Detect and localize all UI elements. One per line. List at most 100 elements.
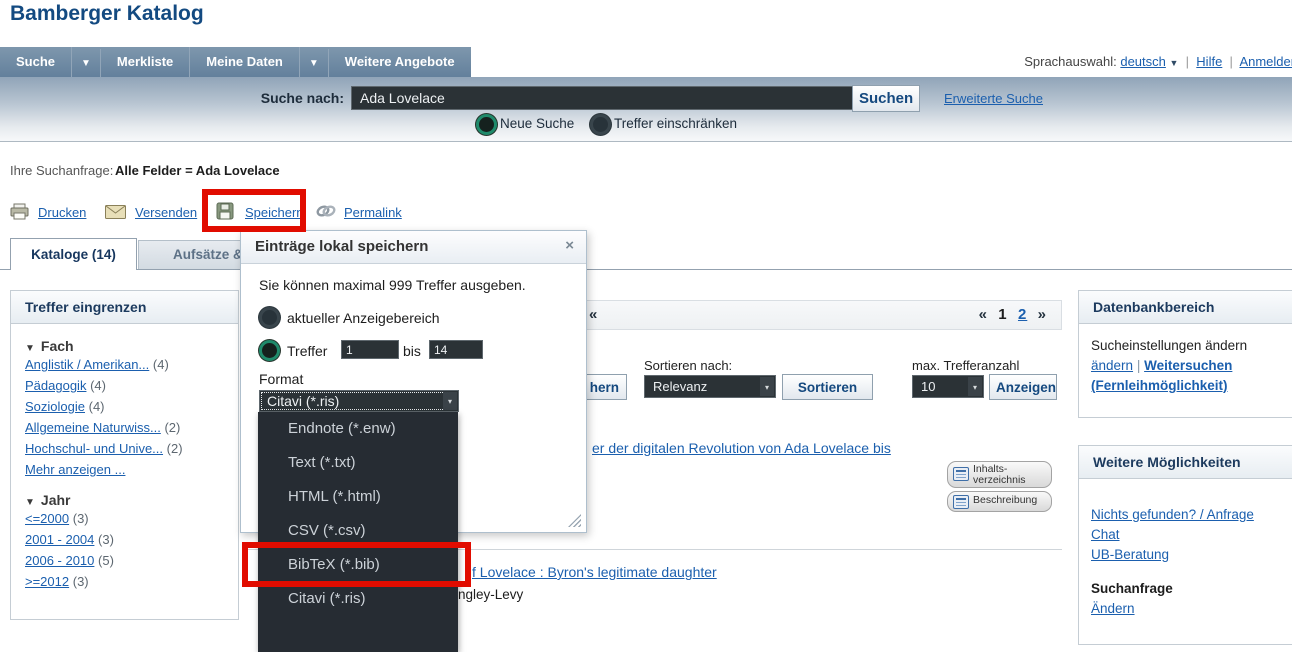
- range-from-input[interactable]: [341, 340, 399, 359]
- mail-icon[interactable]: [105, 205, 126, 219]
- facet-link[interactable]: Allgemeine Naturwiss...: [25, 420, 161, 435]
- chevron-down-icon[interactable]: ▼: [1170, 58, 1179, 68]
- facet-count: (3): [98, 532, 114, 547]
- annotation-box-speichern: [202, 189, 306, 232]
- facet-link[interactable]: Pädagogik: [25, 378, 86, 393]
- pagination-page-2-link[interactable]: 2: [1018, 306, 1027, 323]
- print-link[interactable]: Drucken: [38, 205, 86, 220]
- range-to-input[interactable]: [429, 340, 483, 359]
- search-label: Suche nach:: [252, 90, 344, 106]
- format-option-text[interactable]: Text (*.txt): [258, 446, 458, 480]
- page-title: Bamberger Katalog: [10, 2, 204, 26]
- nav-item-weitere-angebote[interactable]: Weitere Angebote: [329, 47, 471, 77]
- search-input[interactable]: [351, 86, 856, 110]
- language-link[interactable]: deutsch: [1120, 54, 1166, 69]
- annotation-box-bibtex: [242, 542, 471, 587]
- result-title-link[interactable]: f Lovelace : Byron's legitimate daughter: [472, 564, 717, 580]
- more-options-panel: Weitere Möglichkeiten Nichts gefunden? /…: [1078, 445, 1292, 645]
- facet-link[interactable]: Soziologie: [25, 399, 85, 414]
- format-dropdown-list: Endnote (*.enw) Text (*.txt) HTML (*.htm…: [258, 412, 458, 652]
- radio-new-search[interactable]: [476, 114, 497, 135]
- max-results-label: max. Trefferanzahl: [912, 358, 1019, 373]
- tab-baseline: [0, 269, 1292, 270]
- pagination-prev[interactable]: «: [979, 306, 988, 323]
- printer-icon[interactable]: [10, 203, 29, 220]
- facet-link[interactable]: Anglistik / Amerikan...: [25, 357, 149, 372]
- search-submit-button[interactable]: Suchen: [852, 85, 920, 112]
- query-change-link[interactable]: Ändern: [1091, 601, 1135, 616]
- facet-link[interactable]: 2006 - 2010: [25, 553, 94, 568]
- max-results-select[interactable]: 10 ▾: [912, 375, 984, 398]
- sort-select[interactable]: Relevanz ▾: [644, 375, 776, 398]
- facet-link[interactable]: >=2012: [25, 574, 69, 589]
- result-title-link[interactable]: er der digitalen Revolution von Ada Love…: [592, 440, 891, 456]
- radio-narrow-search-label: Treffer einschränken: [614, 116, 737, 131]
- save-dialog-info: Sie können maximal 999 Treffer ausgeben.: [259, 277, 526, 293]
- facet-item: Allgemeine Naturwiss... (2): [25, 417, 238, 438]
- format-option-endnote[interactable]: Endnote (*.enw): [258, 412, 458, 446]
- description-icon: [953, 495, 969, 509]
- close-icon[interactable]: ×: [565, 237, 574, 254]
- sort-button[interactable]: Sortieren: [782, 374, 873, 400]
- chevron-down-icon[interactable]: ▼: [72, 49, 101, 79]
- collapse-icon[interactable]: ▼: [25, 497, 35, 508]
- facet-item: 2001 - 2004 (3): [25, 529, 238, 550]
- resize-handle-icon[interactable]: [568, 514, 581, 527]
- change-link[interactable]: ändern: [1091, 358, 1133, 373]
- send-link[interactable]: Versenden: [135, 205, 197, 220]
- pagination-next[interactable]: »: [1038, 306, 1047, 323]
- more-options-title: Weitere Möglichkeiten: [1079, 446, 1292, 479]
- login-link[interactable]: Anmelden: [1239, 54, 1292, 69]
- facet-count: (2): [167, 441, 183, 456]
- chevron-down-icon[interactable]: ▼: [300, 49, 329, 79]
- description-button-label: Beschreibung: [973, 494, 1037, 506]
- query-label: Ihre Suchanfrage:: [10, 163, 113, 178]
- toc-button[interactable]: Inhalts- verzeichnis: [947, 461, 1052, 488]
- chevron-down-icon: ▾: [443, 392, 457, 410]
- radio-new-search-label: Neue Suche: [500, 116, 574, 131]
- nav-item-merkliste[interactable]: Merkliste: [101, 47, 190, 77]
- format-option-citavi[interactable]: Citavi (*.ris): [258, 582, 458, 616]
- facet-link[interactable]: Hochschul- und Unive...: [25, 441, 163, 456]
- nav-item-meine-daten[interactable]: Meine Daten: [190, 47, 300, 77]
- radio-custom-range-label: Treffer: [287, 343, 327, 359]
- toc-button-label: Inhalts- verzeichnis: [973, 463, 1026, 486]
- show-button[interactable]: Anzeigen: [989, 374, 1057, 400]
- separator: |: [1137, 358, 1141, 373]
- query-value: Alle Felder = Ada Lovelace: [115, 163, 280, 178]
- ub-beratung-link[interactable]: UB-Beratung: [1091, 547, 1169, 562]
- separator: |: [1230, 54, 1233, 69]
- radio-custom-range[interactable]: [259, 340, 280, 361]
- database-panel-title: Datenbankbereich: [1079, 291, 1292, 324]
- facet-more-link[interactable]: Mehr anzeigen ...: [25, 462, 125, 477]
- format-option-html[interactable]: HTML (*.html): [258, 480, 458, 514]
- facet-link[interactable]: 2001 - 2004: [25, 532, 94, 547]
- results-header-fragment: «: [589, 306, 597, 323]
- max-results-value: 10: [921, 379, 935, 394]
- facet-group-fach[interactable]: ▼Fach: [25, 338, 238, 354]
- result-author-fragment: ngley-Levy: [458, 587, 523, 602]
- collapse-icon[interactable]: ▼: [25, 343, 35, 354]
- nav-item-suche[interactable]: Suche: [0, 47, 72, 77]
- format-select[interactable]: Citavi (*.ris) ▾: [259, 390, 459, 412]
- facet-group-jahr-label: Jahr: [41, 492, 71, 508]
- help-link[interactable]: Hilfe: [1196, 54, 1222, 69]
- radio-current-range-label: aktueller Anzeigebereich: [287, 310, 440, 326]
- chat-link[interactable]: Chat: [1091, 527, 1120, 542]
- tab-kataloge[interactable]: Kataloge (14): [10, 238, 137, 270]
- facet-item: Pädagogik (4): [25, 375, 238, 396]
- facet-group-jahr[interactable]: ▼ Jahr: [25, 492, 238, 508]
- permalink-link[interactable]: Permalink: [344, 205, 402, 220]
- chevron-down-icon: ▾: [760, 377, 774, 396]
- database-panel: Datenbankbereich Sucheinstellungen änder…: [1078, 290, 1292, 418]
- facet-link[interactable]: <=2000: [25, 511, 69, 526]
- radio-current-range[interactable]: [259, 307, 280, 328]
- permalink-icon[interactable]: [316, 203, 336, 219]
- advanced-search-link[interactable]: Erweiterte Suche: [944, 91, 1043, 106]
- chevron-down-icon: ▾: [968, 377, 982, 396]
- nothing-found-link[interactable]: Nichts gefunden? / Anfrage: [1091, 507, 1254, 522]
- facet-item: Soziologie (4): [25, 396, 238, 417]
- radio-narrow-search[interactable]: [590, 114, 611, 135]
- description-button[interactable]: Beschreibung: [947, 491, 1052, 512]
- facet-item: <=2000 (3): [25, 508, 238, 529]
